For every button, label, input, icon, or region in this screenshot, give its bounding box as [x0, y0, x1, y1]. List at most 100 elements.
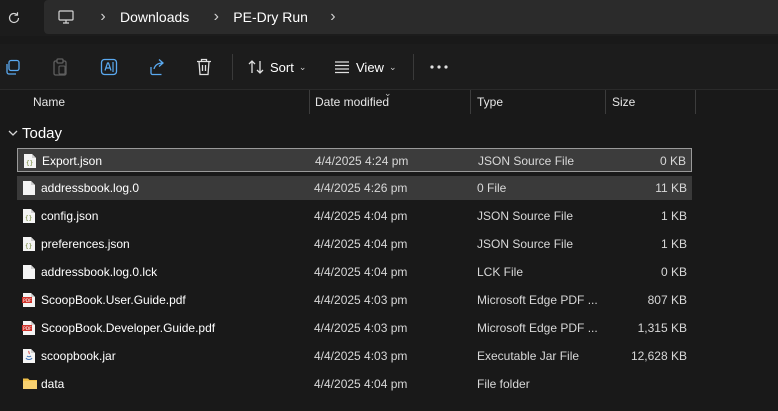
jar-file-icon: [22, 348, 36, 364]
file-type: File folder: [477, 377, 530, 391]
file-size: 0 KB: [659, 154, 686, 168]
address-bar-row: › Downloads › PE-Dry Run ›: [0, 0, 778, 36]
file-name: addressbook.log.0.lck: [41, 265, 158, 279]
file-row[interactable]: addressbook.log.0 4/4/2025 4:26 pm 0 File 1…: [17, 176, 692, 200]
command-bar: Sort ⌄ View ⌄: [0, 44, 778, 90]
more-options-button[interactable]: [430, 56, 448, 78]
view-button[interactable]: View ⌄: [334, 56, 397, 78]
share-button[interactable]: [148, 56, 166, 78]
file-row[interactable]: {} preferences.json 4/4/2025 4:04 pm JSON S…: [17, 232, 692, 256]
svg-text:{}: {}: [25, 215, 32, 222]
file-row[interactable]: {} Export.json 4/4/2025 4:24 pm JSON Source…: [17, 148, 692, 172]
address-bar[interactable]: › Downloads › PE-Dry Run ›: [44, 0, 778, 34]
file-date-modified: 4/4/2025 4:04 pm: [314, 237, 408, 251]
file-size: 1 KB: [660, 237, 687, 251]
svg-text:{}: {}: [25, 243, 32, 250]
file-name: addressbook.log.0: [41, 181, 140, 195]
chevron-right-icon[interactable]: ›: [203, 8, 229, 26]
generic-file-icon: [22, 180, 36, 196]
column-divider[interactable]: [309, 90, 310, 114]
rename-icon: [100, 58, 118, 76]
column-header: Name ⌄ Date modified Type Size: [0, 88, 778, 114]
file-date-modified: 4/4/2025 4:04 pm: [314, 265, 408, 279]
file-size: 0 KB: [660, 265, 687, 279]
share-icon: [150, 59, 164, 76]
column-divider[interactable]: [695, 90, 696, 114]
paste-button[interactable]: [52, 56, 68, 78]
chevron-right-icon[interactable]: ›: [320, 8, 346, 26]
rename-button[interactable]: [100, 56, 118, 78]
copy-button[interactable]: [5, 56, 21, 78]
file-type: Microsoft Edge PDF ...: [477, 293, 598, 307]
file-name: data: [41, 377, 65, 391]
json-file-icon: {}: [22, 236, 36, 252]
generic-file-icon: [22, 264, 36, 280]
paste-icon: [53, 58, 67, 76]
file-name: scoopbook.jar: [41, 349, 116, 363]
file-date-modified: 4/4/2025 4:03 pm: [314, 321, 408, 335]
sort-label: Sort: [270, 59, 294, 75]
file-size: 12,628 KB: [630, 349, 687, 363]
chevron-down-icon: [8, 130, 18, 136]
chevron-down-icon: ⌄: [298, 61, 307, 72]
file-type: LCK File: [477, 265, 524, 279]
file-row[interactable]: PDF ScoopBook.User.Guide.pdf 4/4/2025 4:03…: [17, 288, 692, 312]
file-type: JSON Source File: [477, 209, 574, 223]
column-type[interactable]: Type: [477, 90, 503, 114]
file-type: Microsoft Edge PDF ...: [477, 321, 598, 335]
breadcrumb-downloads[interactable]: Downloads: [116, 9, 193, 25]
view-label: View: [356, 59, 384, 75]
chevron-down-icon: ⌄: [388, 61, 397, 72]
file-row[interactable]: scoopbook.jar 4/4/2025 4:03 pm Executable …: [17, 344, 692, 368]
svg-text:PDF: PDF: [23, 298, 32, 304]
file-type: JSON Source File: [477, 237, 574, 251]
column-size[interactable]: Size: [612, 90, 635, 114]
pdf-file-icon: PDF: [22, 292, 36, 308]
file-type: 0 File: [477, 181, 507, 195]
file-name: ScoopBook.Developer.Guide.pdf: [41, 321, 216, 335]
more-icon: [430, 65, 448, 69]
file-name: Export.json: [42, 154, 103, 168]
delete-button[interactable]: [196, 56, 212, 78]
toolbar-divider: [413, 54, 414, 80]
column-date-modified[interactable]: Date modified: [315, 90, 389, 114]
file-name: preferences.json: [41, 237, 130, 251]
sort-button[interactable]: Sort ⌄: [248, 56, 306, 78]
column-divider[interactable]: [605, 90, 606, 114]
svg-text:{}: {}: [26, 160, 33, 167]
json-file-icon: {}: [23, 153, 37, 169]
file-name: ScoopBook.User.Guide.pdf: [41, 293, 186, 307]
copy-icon: [6, 59, 20, 75]
view-icon: [335, 61, 349, 74]
file-row[interactable]: addressbook.log.0.lck 4/4/2025 4:04 pm LCK…: [17, 260, 692, 284]
file-size: 11 KB: [655, 181, 687, 195]
file-date-modified: 4/4/2025 4:03 pm: [314, 293, 408, 307]
file-type: Executable Jar File: [477, 349, 580, 363]
file-date-modified: 4/4/2025 4:26 pm: [314, 181, 408, 195]
column-divider[interactable]: [470, 90, 471, 114]
group-header-today[interactable]: Today: [8, 122, 62, 144]
chevron-right-icon[interactable]: ›: [90, 8, 116, 26]
file-date-modified: 4/4/2025 4:24 pm: [315, 154, 409, 168]
refresh-icon[interactable]: [4, 8, 24, 28]
this-pc-icon[interactable]: [56, 7, 76, 27]
group-title: Today: [22, 124, 63, 142]
trash-icon: [197, 58, 211, 76]
json-file-icon: {}: [22, 208, 36, 224]
column-name[interactable]: Name: [33, 90, 65, 114]
file-size: 1,315 KB: [637, 321, 687, 335]
file-row[interactable]: {} config.json 4/4/2025 4:04 pm JSON Source…: [17, 204, 692, 228]
file-size: 807 KB: [647, 293, 687, 307]
file-date-modified: 4/4/2025 4:04 pm: [314, 377, 408, 391]
file-date-modified: 4/4/2025 4:03 pm: [314, 349, 408, 363]
file-row[interactable]: data 4/4/2025 4:04 pm File folder: [17, 372, 692, 396]
sort-icon: [248, 60, 264, 74]
pdf-file-icon: PDF: [22, 320, 36, 336]
toolbar-divider: [232, 54, 233, 80]
svg-text:PDF: PDF: [23, 326, 32, 332]
file-size: 1 KB: [660, 209, 687, 223]
file-type: JSON Source File: [478, 154, 575, 168]
file-date-modified: 4/4/2025 4:04 pm: [314, 209, 408, 223]
breadcrumb-pe-dry-run[interactable]: PE-Dry Run: [229, 9, 312, 25]
file-row[interactable]: PDF ScoopBook.Developer.Guide.pdf 4/4/2025…: [17, 316, 692, 340]
